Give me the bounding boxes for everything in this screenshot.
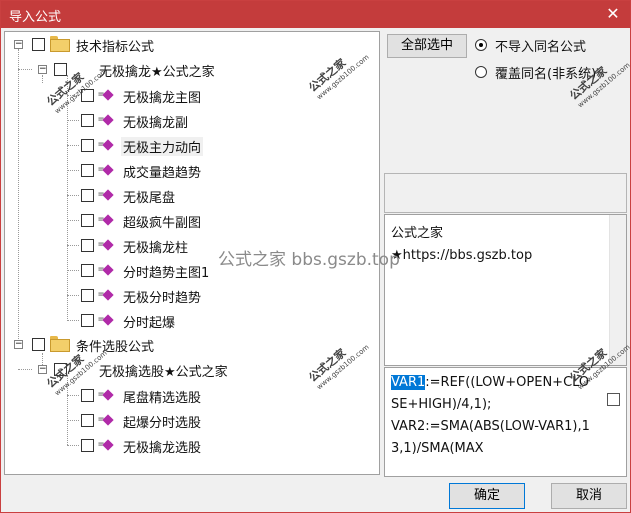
collapse-icon[interactable]: − <box>38 365 47 374</box>
tree-item[interactable]: = 成交量趋趋势 <box>5 159 305 181</box>
close-icon[interactable]: ✕ <box>602 3 624 25</box>
item-label: 成交量趋趋势 <box>123 166 202 181</box>
item-label: 起爆分时选股 <box>123 416 202 431</box>
item-checkbox[interactable] <box>81 439 94 452</box>
radio-skip-same-name[interactable] <box>475 39 487 51</box>
tree-item[interactable]: = 无极尾盘 <box>5 184 305 206</box>
description-line-2: ★https://bbs.gszb.top <box>391 248 533 263</box>
formula-info-panel <box>384 173 627 213</box>
import-formula-dialog: 导入公式 ✕ − 技术指标公式 − 无极擒龙★公式之家 = 无极擒龙主图 <box>0 0 631 513</box>
item-label: 分时起爆 <box>123 316 176 331</box>
title-bar: 导入公式 ✕ <box>1 1 630 28</box>
item-checkbox[interactable] <box>81 239 94 252</box>
item-label: 超级疯牛副图 <box>123 216 202 231</box>
item-label: 无极擒龙主图 <box>123 91 202 106</box>
item-checkbox[interactable] <box>81 164 94 177</box>
item-checkbox[interactable] <box>81 314 94 327</box>
item-label: 无极擒龙选股 <box>123 441 202 456</box>
subgroup-checkbox[interactable] <box>54 63 67 76</box>
tree-item[interactable]: = 无极擒龙选股 <box>5 434 305 456</box>
tree-subgroup-wuji[interactable]: − 无极擒龙★公式之家 <box>5 59 305 81</box>
subgroup-checkbox[interactable] <box>54 363 67 376</box>
formula-tree: − 技术指标公式 − 无极擒龙★公式之家 = 无极擒龙主图 = 无极擒龙副 = <box>4 31 380 475</box>
item-checkbox[interactable] <box>81 89 94 102</box>
tree-item[interactable]: = 分时趋势主图1 <box>5 259 305 281</box>
item-label: 无极擒龙柱 <box>123 241 189 256</box>
tree-item[interactable]: = 无极分时趋势 <box>5 284 305 306</box>
folder-icon <box>50 336 70 352</box>
formula-icon: = <box>98 138 114 152</box>
radio-overwrite-label: 覆盖同名(非系统) <box>495 67 597 82</box>
formula-icon: = <box>98 263 114 277</box>
formula-icon: = <box>98 438 114 452</box>
item-checkbox[interactable] <box>81 389 94 402</box>
tree-item[interactable]: = 超级疯牛副图 <box>5 209 305 231</box>
formula-icon: = <box>98 288 114 302</box>
subgroup-label: 无极擒龙★公式之家 <box>99 65 215 80</box>
item-checkbox[interactable] <box>81 264 94 277</box>
tree-item[interactable]: = 无极擒龙副 <box>5 109 305 131</box>
item-checkbox[interactable] <box>81 114 94 127</box>
item-label: 分时趋势主图1 <box>123 266 210 281</box>
item-label: 无极尾盘 <box>123 191 176 206</box>
tree-group-technical[interactable]: − 技术指标公式 <box>5 34 305 56</box>
group-label: 条件选股公式 <box>76 340 155 355</box>
collapse-icon[interactable]: − <box>14 40 23 49</box>
tree-item[interactable]: = 尾盘精选选股 <box>5 384 305 406</box>
group-label: 技术指标公式 <box>76 40 155 55</box>
item-label: 无极擒龙副 <box>123 116 189 131</box>
radio-skip-label: 不导入同名公式 <box>495 40 587 55</box>
collapse-icon[interactable]: − <box>38 65 47 74</box>
subgroup-label: 无极擒选股★公式之家 <box>99 365 228 380</box>
tree-group-screening[interactable]: − 条件选股公式 <box>5 334 305 356</box>
select-all-button[interactable]: 全部选中 <box>387 34 467 58</box>
group-checkbox[interactable] <box>32 338 45 351</box>
tree-item[interactable]: = 无极擒龙柱 <box>5 234 305 256</box>
formula-icon: = <box>98 313 114 327</box>
tree-item[interactable]: = 无极主力动向 <box>5 134 305 156</box>
formula-icon: = <box>98 188 114 202</box>
item-checkbox[interactable] <box>81 289 94 302</box>
item-checkbox[interactable] <box>81 189 94 202</box>
formula-icon: = <box>98 113 114 127</box>
description-box[interactable]: 公式之家 ★https://bbs.gszb.top <box>384 214 627 366</box>
formula-icon: = <box>98 388 114 402</box>
formula-icon: = <box>98 213 114 227</box>
tree-item[interactable]: = 无极擒龙主图 <box>5 84 305 106</box>
code-text: VAR1:=REF((LOW+OPEN+CLOSE+HIGH)/4,1); VA… <box>391 372 591 460</box>
formula-icon: = <box>98 238 114 252</box>
ok-button[interactable]: 确定 <box>449 483 525 509</box>
item-checkbox[interactable] <box>81 214 94 227</box>
radio-overwrite-same-name[interactable] <box>475 66 487 78</box>
item-label: 无极主力动向 <box>121 137 204 156</box>
cancel-button[interactable]: 取消 <box>551 483 627 509</box>
formula-icon: = <box>98 88 114 102</box>
item-label: 无极分时趋势 <box>123 291 202 306</box>
description-scrollbar[interactable] <box>609 215 626 365</box>
description-line-1: 公式之家 <box>391 226 444 241</box>
dialog-title: 导入公式 <box>9 10 62 25</box>
code-checkbox[interactable] <box>607 393 620 406</box>
tree-item[interactable]: = 分时起爆 <box>5 309 305 331</box>
formula-icon: = <box>98 163 114 177</box>
item-label: 尾盘精选选股 <box>123 391 202 406</box>
description-text: 公式之家 ★https://bbs.gszb.top <box>391 223 532 267</box>
item-checkbox[interactable] <box>81 139 94 152</box>
tree-subgroup-screening[interactable]: − 无极擒选股★公式之家 <box>5 359 305 381</box>
tree-item[interactable]: = 起爆分时选股 <box>5 409 305 431</box>
group-checkbox[interactable] <box>32 38 45 51</box>
folder-icon <box>50 36 70 52</box>
formula-icon: = <box>98 413 114 427</box>
collapse-icon[interactable]: − <box>14 340 23 349</box>
code-box[interactable]: VAR1:=REF((LOW+OPEN+CLOSE+HIGH)/4,1); VA… <box>384 367 627 477</box>
item-checkbox[interactable] <box>81 414 94 427</box>
code-selection: VAR1 <box>391 375 426 390</box>
